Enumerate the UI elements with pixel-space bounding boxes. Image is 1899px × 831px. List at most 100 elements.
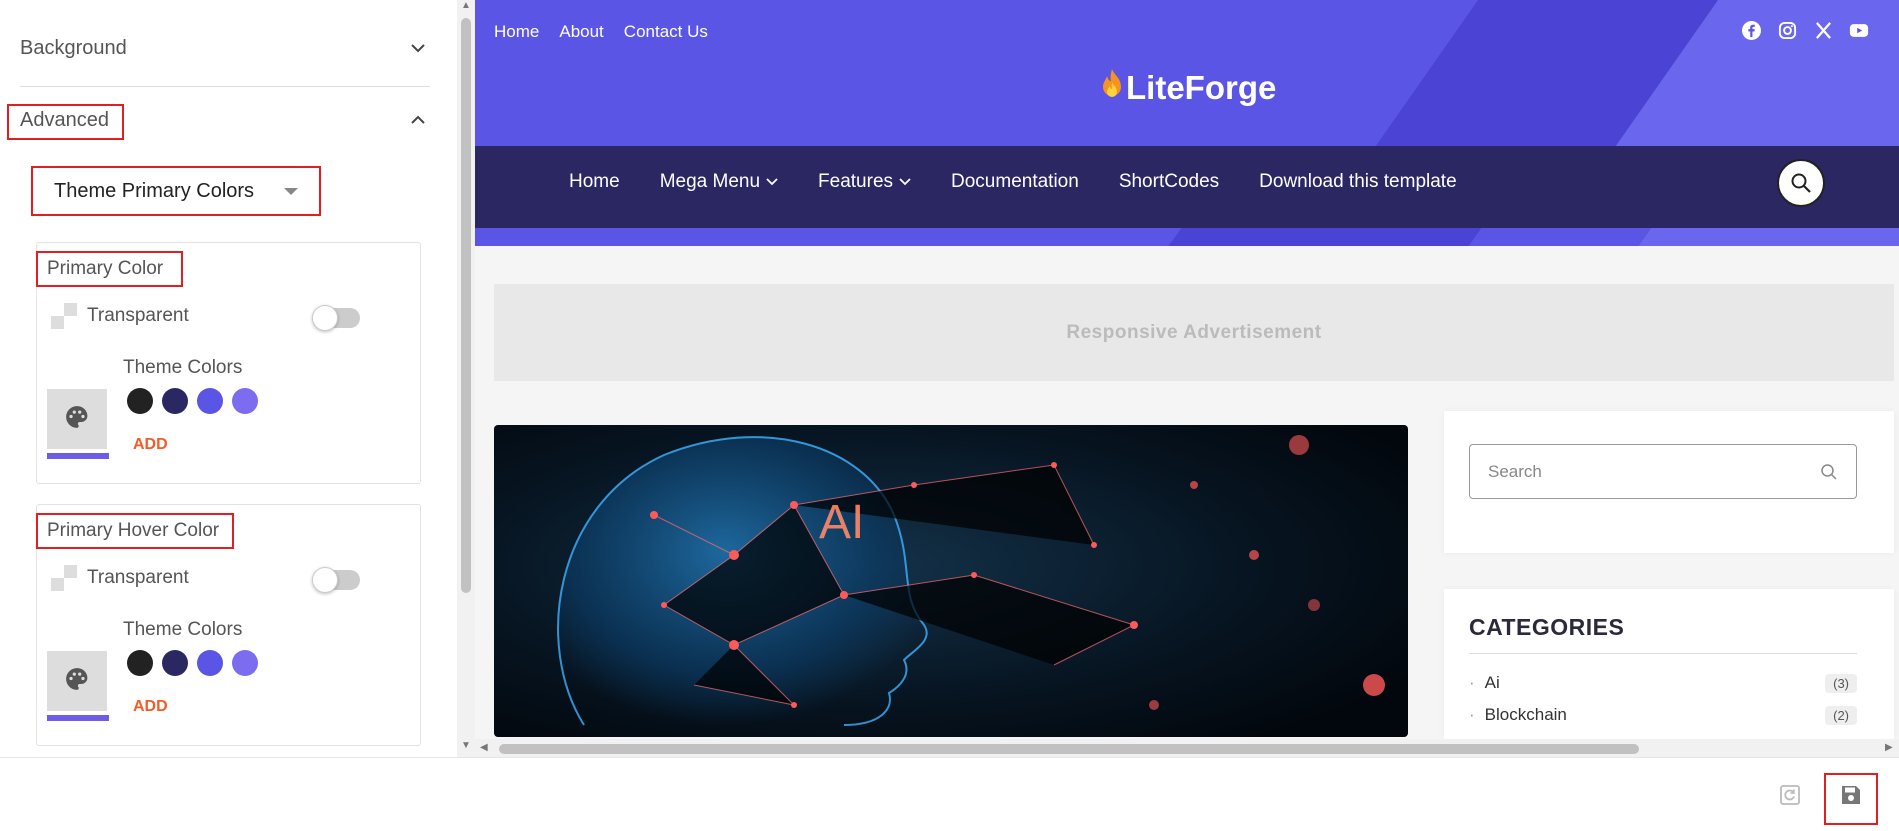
nav-mega-menu[interactable]: Mega Menu (660, 171, 778, 193)
divider (20, 86, 430, 87)
color-dot[interactable] (127, 650, 153, 676)
color-dot[interactable] (232, 388, 258, 414)
advanced-section-header[interactable]: Advanced (20, 108, 430, 132)
color-picker-swatch[interactable] (47, 389, 107, 449)
sidebar-search-input[interactable]: Search (1469, 444, 1857, 499)
chevron-down-icon (899, 178, 911, 186)
scroll-left-arrow-icon[interactable]: ◀ (480, 742, 488, 753)
editor-footer (0, 757, 1899, 831)
site-preview: Home About Contact Us LiteForge Home Meg… (475, 0, 1899, 739)
category-name[interactable]: Blockchain (1469, 705, 1567, 725)
preview-horizontal-scrollbar[interactable]: ◀ ▶ (475, 739, 1899, 757)
theme-color-dots (127, 650, 258, 676)
nav-shortcodes-label: ShortCodes (1118, 171, 1220, 192)
search-icon (1791, 173, 1811, 193)
chevron-up-icon[interactable] (406, 108, 430, 132)
nav-home[interactable]: Home (569, 171, 620, 193)
nav-documentation-label: Documentation (951, 171, 1079, 192)
selected-color-bar (47, 715, 109, 721)
scrollbar-thumb[interactable] (461, 18, 471, 593)
instagram-icon[interactable] (1777, 20, 1797, 40)
advanced-label: Advanced (20, 108, 109, 131)
ai-brain-illustration: AI (494, 425, 1408, 737)
color-dot[interactable] (197, 650, 223, 676)
transparent-label: Transparent (87, 305, 189, 326)
transparent-icon (51, 303, 77, 329)
top-link-about[interactable]: About (559, 22, 603, 42)
save-button[interactable] (1836, 780, 1866, 810)
caret-down-icon (284, 187, 298, 195)
nav-features[interactable]: Features (818, 171, 911, 193)
nav-download[interactable]: Download this template (1259, 171, 1457, 193)
search-placeholder: Search (1488, 461, 1542, 481)
color-scheme-select[interactable]: Theme Primary Colors (33, 168, 318, 214)
transparent-row: Transparent (51, 303, 189, 329)
palette-icon (64, 666, 90, 697)
theme-color-dots (127, 388, 258, 414)
advertisement-banner: Responsive Advertisement (494, 284, 1894, 381)
youtube-icon[interactable] (1849, 20, 1869, 40)
scroll-down-arrow-icon[interactable]: ▼ (461, 740, 471, 751)
add-color-button[interactable]: ADD (133, 436, 168, 454)
category-name[interactable]: Ai (1469, 673, 1500, 693)
settings-panel: Background Advanced Theme Primary Colors… (0, 0, 457, 757)
theme-colors-label: Theme Colors (123, 619, 243, 640)
color-dot[interactable] (162, 650, 188, 676)
category-item[interactable]: Blockchain (2) (1469, 705, 1857, 725)
nav-search-button[interactable] (1777, 159, 1825, 207)
categories-title: CATEGORIES (1469, 614, 1625, 640)
reset-icon (1780, 785, 1800, 805)
hero-text: AI (819, 496, 864, 549)
x-icon[interactable] (1813, 20, 1833, 40)
palette-icon (64, 404, 90, 435)
nav-shortcodes[interactable]: ShortCodes (1119, 171, 1219, 193)
transparent-icon (51, 565, 77, 591)
toggle-knob (312, 305, 338, 331)
featured-post-image[interactable]: AI (494, 425, 1408, 737)
top-link-contact[interactable]: Contact Us (624, 22, 708, 42)
header-bottom-strip (475, 228, 1899, 246)
nav-mega-menu-label: Mega Menu (659, 171, 761, 192)
scrollbar-thumb[interactable] (499, 744, 1639, 754)
strip-decoration (1638, 228, 1899, 246)
site-logo[interactable]: LiteForge (1100, 68, 1276, 108)
category-count: (2) (1825, 705, 1857, 725)
transparent-toggle[interactable] (312, 305, 360, 331)
site-header: Home About Contact Us LiteForge (475, 0, 1899, 146)
top-link-home[interactable]: Home (494, 22, 539, 42)
save-icon (1842, 786, 1860, 804)
divider (1469, 653, 1857, 654)
select-value: Theme Primary Colors (54, 179, 255, 202)
color-dot[interactable] (197, 388, 223, 414)
color-picker-swatch[interactable] (47, 651, 107, 711)
primary-color-card: Primary Color Transparent Theme Colors A… (36, 242, 421, 484)
add-color-button[interactable]: ADD (133, 698, 168, 716)
ad-text: Responsive Advertisement (1066, 321, 1322, 343)
social-links (1741, 20, 1869, 40)
toggle-knob (312, 567, 338, 593)
chevron-down-icon[interactable] (406, 36, 430, 60)
scroll-up-arrow-icon[interactable]: ▲ (461, 0, 471, 11)
color-dot[interactable] (127, 388, 153, 414)
color-dot[interactable] (162, 388, 188, 414)
scroll-right-arrow-icon[interactable]: ▶ (1885, 742, 1893, 753)
background-section-header[interactable]: Background (20, 36, 430, 60)
panel-scrollbar[interactable]: ▲ ▼ (457, 0, 475, 757)
nav-download-label: Download this template (1259, 171, 1457, 192)
flame-icon (1100, 68, 1124, 108)
strip-decoration (1168, 228, 1482, 246)
background-label: Background (20, 36, 127, 59)
color-dot[interactable] (232, 650, 258, 676)
nav-features-label: Features (818, 171, 894, 192)
top-links: Home About Contact Us (494, 22, 708, 42)
nav-documentation[interactable]: Documentation (951, 171, 1079, 193)
theme-colors-label: Theme Colors (123, 357, 243, 378)
main-navigation: Home Mega Menu Features Documentation Sh… (475, 146, 1899, 228)
categories-widget: CATEGORIES Ai (3) Blockchain (2) (1444, 589, 1894, 739)
logo-text: LiteForge (1126, 69, 1277, 106)
transparent-toggle[interactable] (312, 567, 360, 593)
reset-button[interactable] (1775, 780, 1805, 810)
search-icon[interactable] (1820, 463, 1838, 481)
facebook-icon[interactable] (1741, 20, 1761, 40)
category-item[interactable]: Ai (3) (1469, 673, 1857, 693)
